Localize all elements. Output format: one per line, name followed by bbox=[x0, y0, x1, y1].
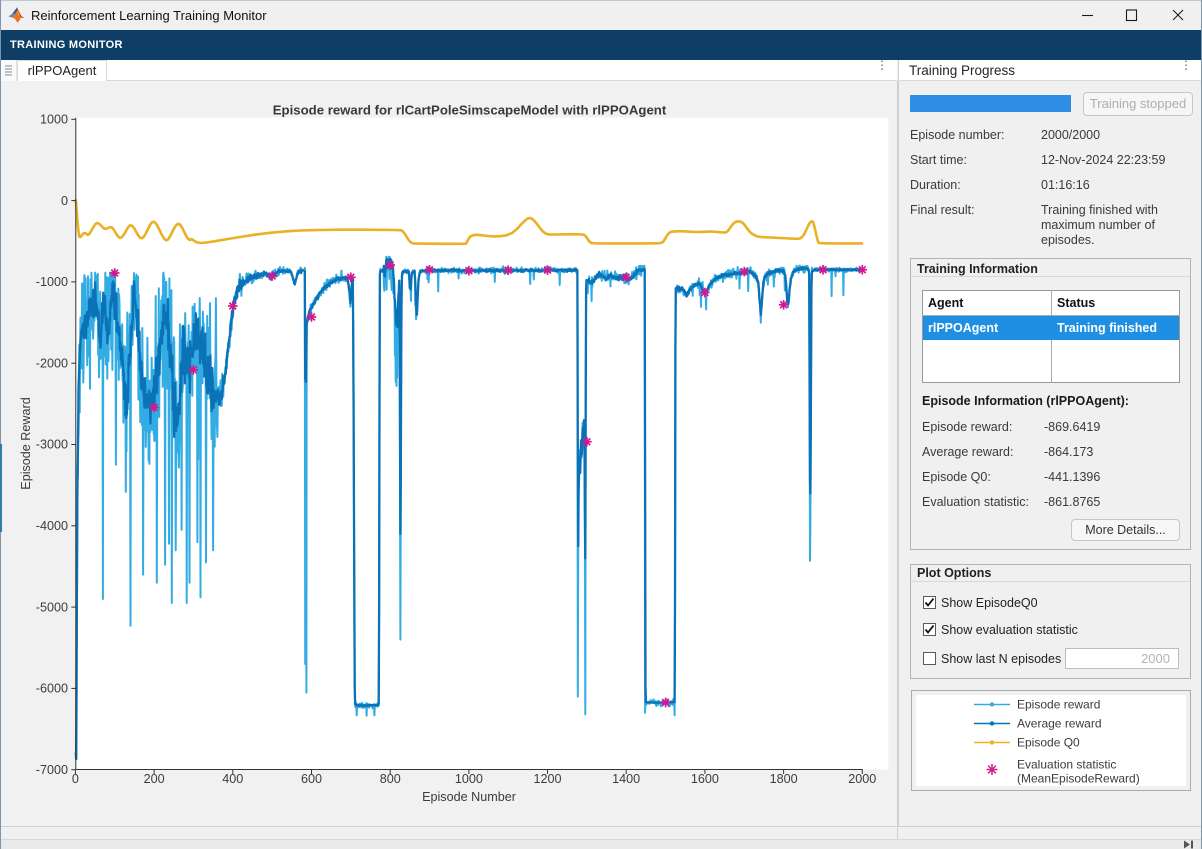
svg-text:-4000: -4000 bbox=[36, 519, 68, 533]
svg-text:Average reward: Average reward bbox=[1017, 717, 1102, 731]
svg-text:-5000: -5000 bbox=[36, 600, 68, 614]
svg-text:1000: 1000 bbox=[455, 772, 483, 786]
svg-text:Episode reward: Episode reward bbox=[1017, 698, 1100, 712]
svg-text:(MeanEpisodeReward): (MeanEpisodeReward) bbox=[1017, 772, 1140, 786]
svg-text:200: 200 bbox=[144, 772, 165, 786]
svg-text:1200: 1200 bbox=[533, 772, 561, 786]
svg-text:Episode reward for rlCartPoleS: Episode reward for rlCartPoleSimscapeMod… bbox=[273, 103, 667, 118]
svg-text:400: 400 bbox=[222, 772, 243, 786]
svg-text:1800: 1800 bbox=[770, 772, 798, 786]
svg-text:1400: 1400 bbox=[612, 772, 640, 786]
svg-text:Episode Reward: Episode Reward bbox=[19, 397, 33, 489]
svg-text:800: 800 bbox=[380, 772, 401, 786]
svg-text:1000: 1000 bbox=[40, 113, 68, 127]
svg-text:0: 0 bbox=[72, 772, 79, 786]
svg-text:-3000: -3000 bbox=[36, 438, 68, 452]
svg-text:Episode Q0: Episode Q0 bbox=[1017, 736, 1080, 750]
svg-text:-1000: -1000 bbox=[36, 275, 68, 289]
svg-text:-7000: -7000 bbox=[36, 763, 68, 777]
svg-text:-6000: -6000 bbox=[36, 682, 68, 696]
svg-text:Episode Number: Episode Number bbox=[422, 790, 516, 804]
svg-text:0: 0 bbox=[61, 194, 68, 208]
svg-text:Evaluation statistic: Evaluation statistic bbox=[1017, 758, 1116, 772]
svg-text:-2000: -2000 bbox=[36, 356, 68, 370]
svg-text:2000: 2000 bbox=[848, 772, 876, 786]
svg-text:1600: 1600 bbox=[691, 772, 719, 786]
svg-text:600: 600 bbox=[301, 772, 322, 786]
